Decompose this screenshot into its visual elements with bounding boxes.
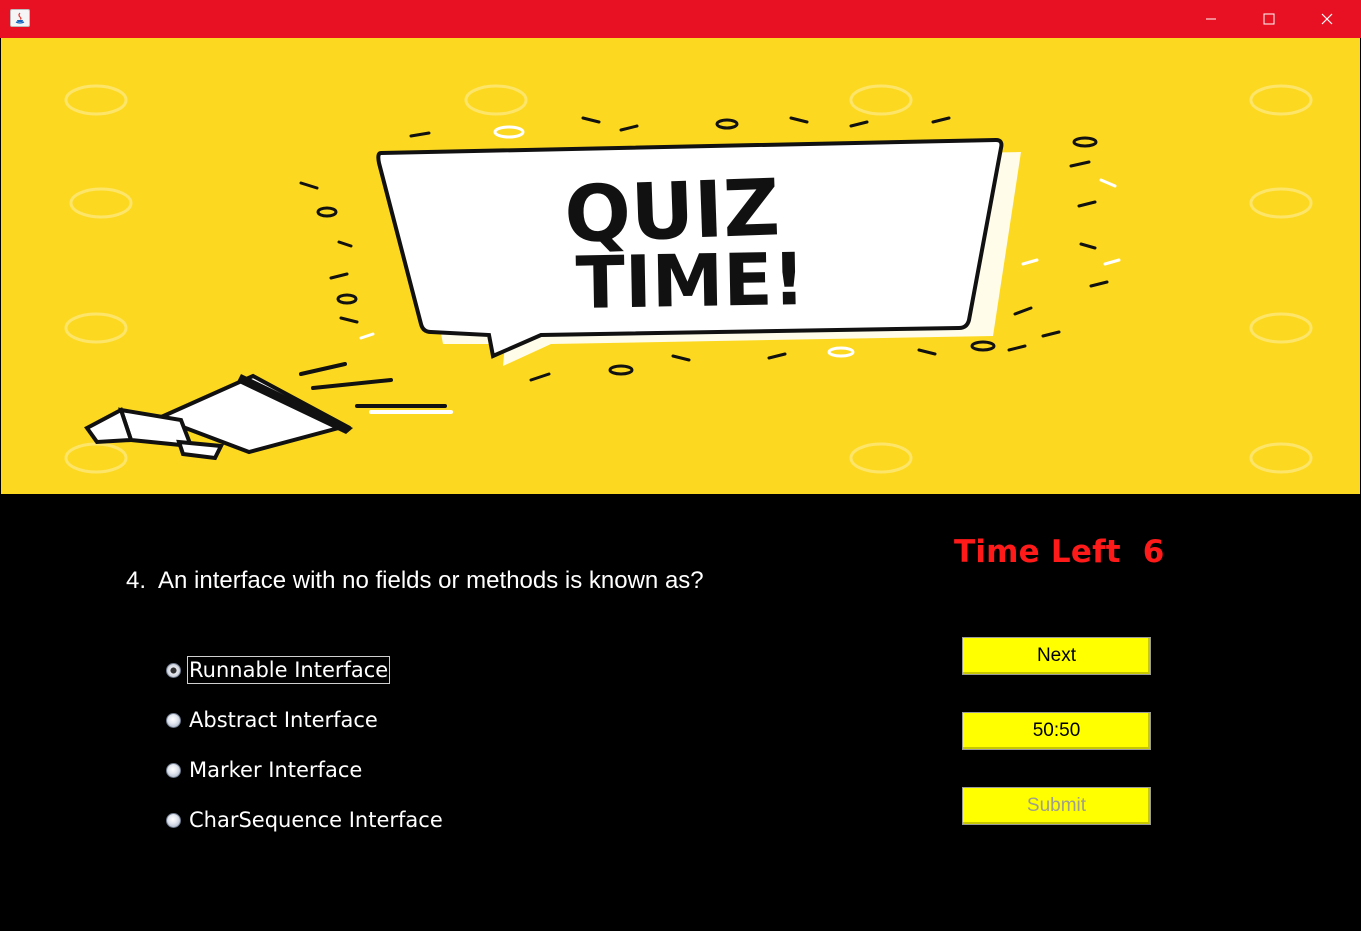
option-runnable-interface[interactable]: Runnable Interface bbox=[166, 656, 391, 684]
radio-button[interactable] bbox=[166, 812, 181, 828]
fifty-fifty-button[interactable]: 50:50 bbox=[962, 712, 1151, 750]
headline-time: TIME! bbox=[575, 237, 806, 325]
maximize-icon bbox=[1263, 13, 1275, 25]
quiz-time-illustration: QUIZ TIME! bbox=[64, 84, 1313, 474]
option-label[interactable]: Runnable Interface bbox=[186, 656, 391, 684]
close-icon bbox=[1321, 13, 1333, 25]
option-label[interactable]: CharSequence Interface bbox=[188, 807, 444, 833]
megaphone-icon bbox=[84, 362, 453, 461]
option-abstract-interface[interactable]: Abstract Interface bbox=[166, 706, 379, 734]
question-text: 4. An interface with no fields or method… bbox=[126, 567, 704, 594]
maximize-button[interactable] bbox=[1246, 0, 1292, 38]
window-titlebar bbox=[0, 0, 1361, 38]
next-button[interactable]: Next bbox=[962, 637, 1151, 675]
radio-button[interactable] bbox=[166, 762, 181, 778]
quiz-time-banner: QUIZ TIME! bbox=[1, 38, 1360, 494]
close-button[interactable] bbox=[1304, 0, 1350, 38]
radio-button[interactable] bbox=[166, 712, 181, 728]
option-label[interactable]: Marker Interface bbox=[188, 757, 363, 783]
minimize-icon bbox=[1206, 18, 1216, 20]
minimize-button[interactable] bbox=[1188, 0, 1234, 38]
option-charsequence-interface[interactable]: CharSequence Interface bbox=[166, 806, 444, 834]
option-marker-interface[interactable]: Marker Interface bbox=[166, 756, 363, 784]
time-left-label: Time Left 6 bbox=[954, 534, 1165, 570]
option-label[interactable]: Abstract Interface bbox=[188, 707, 379, 733]
submit-button[interactable]: Submit bbox=[962, 787, 1151, 825]
radio-button-selected[interactable] bbox=[166, 662, 181, 678]
java-app-icon[interactable] bbox=[10, 9, 30, 27]
